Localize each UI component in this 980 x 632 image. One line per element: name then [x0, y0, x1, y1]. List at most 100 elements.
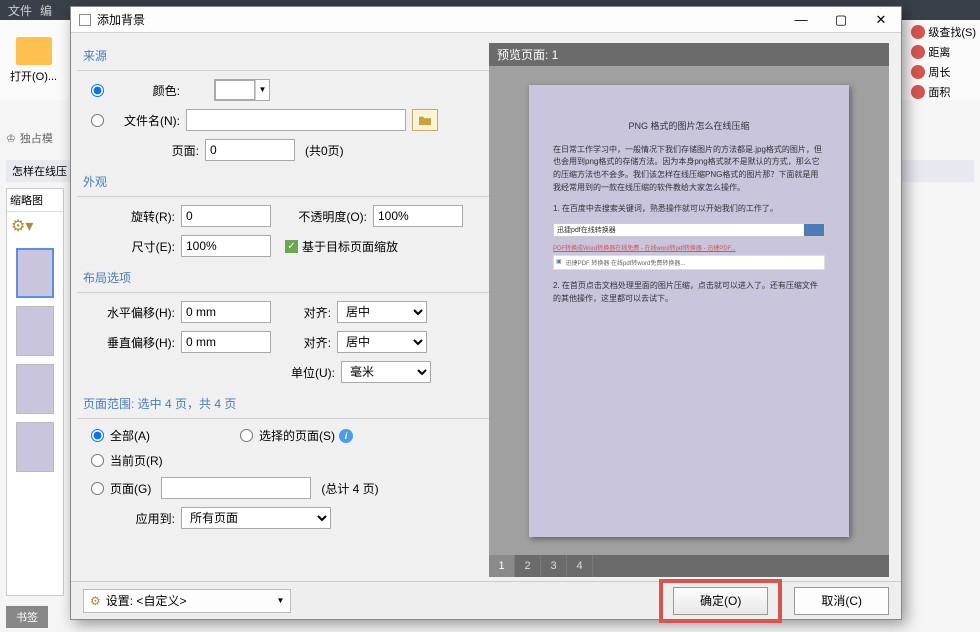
area-tool[interactable]: 面积 [911, 84, 976, 100]
close-button[interactable]: ✕ [861, 7, 901, 33]
gear-icon: ⚙ [90, 594, 101, 608]
bookmark-tab[interactable]: 书签 [6, 606, 48, 628]
info-icon[interactable]: i [339, 429, 353, 443]
search-icon [911, 25, 925, 39]
folder-icon [418, 114, 432, 126]
settings-label: 设置: <自定义> [106, 592, 187, 609]
ok-highlight: 确定(O) [659, 579, 782, 623]
preview-result2: ▣迅捷PDF 转换器 在线pdf转word免费转换器... [553, 255, 825, 270]
preview-header: 预览页面: 1 [489, 43, 889, 66]
page-total: (共0页) [305, 142, 344, 159]
cancel-button[interactable]: 取消(C) [794, 587, 889, 615]
rotate-input[interactable] [181, 205, 271, 227]
radio-file[interactable] [91, 114, 104, 127]
opacity-label: 不透明度(O): [271, 208, 367, 225]
hoff-input[interactable] [181, 301, 271, 323]
preview-para1: 在日常工作学习中，一般情况下我们存储图片的方法都是.jpg格式的图片，但也会用到… [553, 144, 825, 195]
adv-search-tool[interactable]: 级查找(S) [911, 24, 976, 40]
thumb-page-2[interactable] [16, 306, 54, 356]
range-group: 页面范围: 选中 4 页，共 4 页 全部(A) 选择的页面(S) i 当前页(… [77, 391, 489, 529]
all-label: 全部(A) [110, 427, 150, 444]
halign-label: 对齐: [271, 304, 331, 321]
perimeter-icon [911, 65, 925, 79]
size-input[interactable] [181, 235, 271, 257]
thumb-page-3[interactable] [16, 364, 54, 414]
unit-label: 单位(U): [275, 364, 335, 381]
preview-tab-1[interactable]: 1 [489, 555, 515, 577]
menu-edit[interactable]: 编 [40, 2, 52, 18]
preview-doc-title: PNG 格式的图片怎么在线压缩 [553, 119, 825, 132]
radio-color[interactable] [91, 84, 104, 97]
filename-label: 文件名(N): [110, 112, 180, 129]
page-preview: PNG 格式的图片怎么在线压缩 在日常工作学习中，一般情况下我们存储图片的方法都… [529, 85, 849, 537]
radio-all[interactable] [91, 429, 104, 442]
voff-input[interactable] [181, 331, 271, 353]
folder-icon [16, 37, 52, 65]
page-num-input[interactable] [205, 139, 295, 161]
preview-pane: 预览页面: 1 PNG 格式的图片怎么在线压缩 在日常工作学习中，一般情况下我们… [489, 33, 901, 581]
radio-current[interactable] [91, 454, 104, 467]
perimeter-tool[interactable]: 周长 [911, 64, 976, 80]
distance-tool[interactable]: 距离 [911, 44, 976, 60]
exclusive-mode[interactable]: ♔独占模 [6, 130, 53, 146]
based-on-label[interactable]: 基于目标页面缩放 [302, 238, 398, 255]
ok-button[interactable]: 确定(O) [673, 587, 768, 615]
thumb-page-4[interactable] [16, 422, 54, 472]
open-label: 打开(O)... [10, 68, 57, 84]
page-num-label: 页面: [91, 142, 199, 159]
gear-icon[interactable]: ⚙▾ [7, 212, 63, 240]
radio-pages[interactable] [91, 482, 104, 495]
apply-label: 应用到: [91, 510, 175, 527]
add-background-dialog: 添加背景 — ▢ ✕ 来源 颜色: ▼ 文件名(N): [70, 6, 902, 620]
pages-input[interactable] [161, 477, 311, 499]
appearance-group: 外观 旋转(R): 不透明度(O): 尺寸(E): ✓ 基于目标页面缩放 [77, 169, 489, 257]
preview-page-nav: 1 2 3 4 [489, 555, 889, 577]
preview-step2: 2. 在首页点击文档处理里面的图片压缩，点击就可以进入了。还有压缩文件的其他操作… [553, 280, 825, 306]
appearance-title: 外观 [77, 169, 489, 194]
maximize-button[interactable]: ▢ [821, 7, 861, 33]
minimize-button[interactable]: — [781, 7, 821, 33]
preview-result: PDF转换成Word转换器在线免费 - 在线word转pdf转换器 - 迅捷PD… [553, 243, 825, 252]
app-icon [79, 14, 91, 26]
thumbs-title: 缩略图 [7, 189, 63, 212]
halign-select[interactable]: 居中 [337, 301, 427, 323]
menu-file[interactable]: 文件 [8, 2, 32, 18]
color-picker[interactable]: ▼ [214, 79, 270, 101]
check-icon: ✓ [285, 240, 298, 253]
apply-select[interactable]: 所有页面 [181, 507, 331, 529]
radio-selected[interactable] [240, 429, 253, 442]
preview-tab-2[interactable]: 2 [515, 555, 541, 577]
preview-area: PNG 格式的图片怎么在线压缩 在日常工作学习中，一般情况下我们存储图片的方法都… [489, 66, 889, 555]
settings-pane: 来源 颜色: ▼ 文件名(N): 页面: [71, 33, 489, 581]
color-label: 颜色: [110, 82, 180, 99]
dialog-footer: ⚙ 设置: <自定义> ▼ 确定(O) 取消(C) [71, 581, 901, 619]
thumb-page-1[interactable] [16, 248, 54, 298]
valign-select[interactable]: 居中 [337, 331, 427, 353]
dialog-title: 添加背景 [97, 11, 145, 28]
source-group: 来源 颜色: ▼ 文件名(N): 页面: [77, 43, 489, 161]
open-button[interactable]: 打开(O)... [10, 37, 57, 84]
crown-icon: ♔ [6, 132, 16, 145]
area-icon [911, 85, 925, 99]
range-title: 页面范围: 选中 4 页，共 4 页 [77, 391, 489, 416]
filename-input[interactable] [186, 109, 406, 131]
rotate-label: 旋转(R): [91, 208, 175, 225]
layout-title: 布局选项 [77, 265, 489, 290]
thumbnails-panel: 缩略图 ⚙▾ [6, 188, 64, 596]
selected-label: 选择的页面(S) [259, 427, 335, 444]
browse-button[interactable] [412, 109, 438, 131]
source-title: 来源 [77, 43, 489, 68]
chevron-down-icon: ▼ [276, 596, 284, 605]
opacity-input[interactable] [373, 205, 463, 227]
settings-dropdown[interactable]: ⚙ 设置: <自定义> ▼ [83, 589, 291, 613]
preview-tab-3[interactable]: 3 [541, 555, 567, 577]
preview-step1: 1. 在百度中去搜索关键词，熟悉操作就可以开始我们的工作了。 [553, 203, 825, 216]
titlebar: 添加背景 — ▢ ✕ [71, 7, 901, 33]
preview-searchbox: 迅捷pdf在线转换器 [553, 223, 825, 237]
unit-select[interactable]: 毫米 [341, 361, 431, 383]
preview-tab-4[interactable]: 4 [567, 555, 593, 577]
ruler-icon [911, 45, 925, 59]
pages-label: 页面(G) [110, 480, 151, 497]
pages-total: (总计 4 页) [321, 480, 378, 497]
size-label: 尺寸(E): [91, 238, 175, 255]
